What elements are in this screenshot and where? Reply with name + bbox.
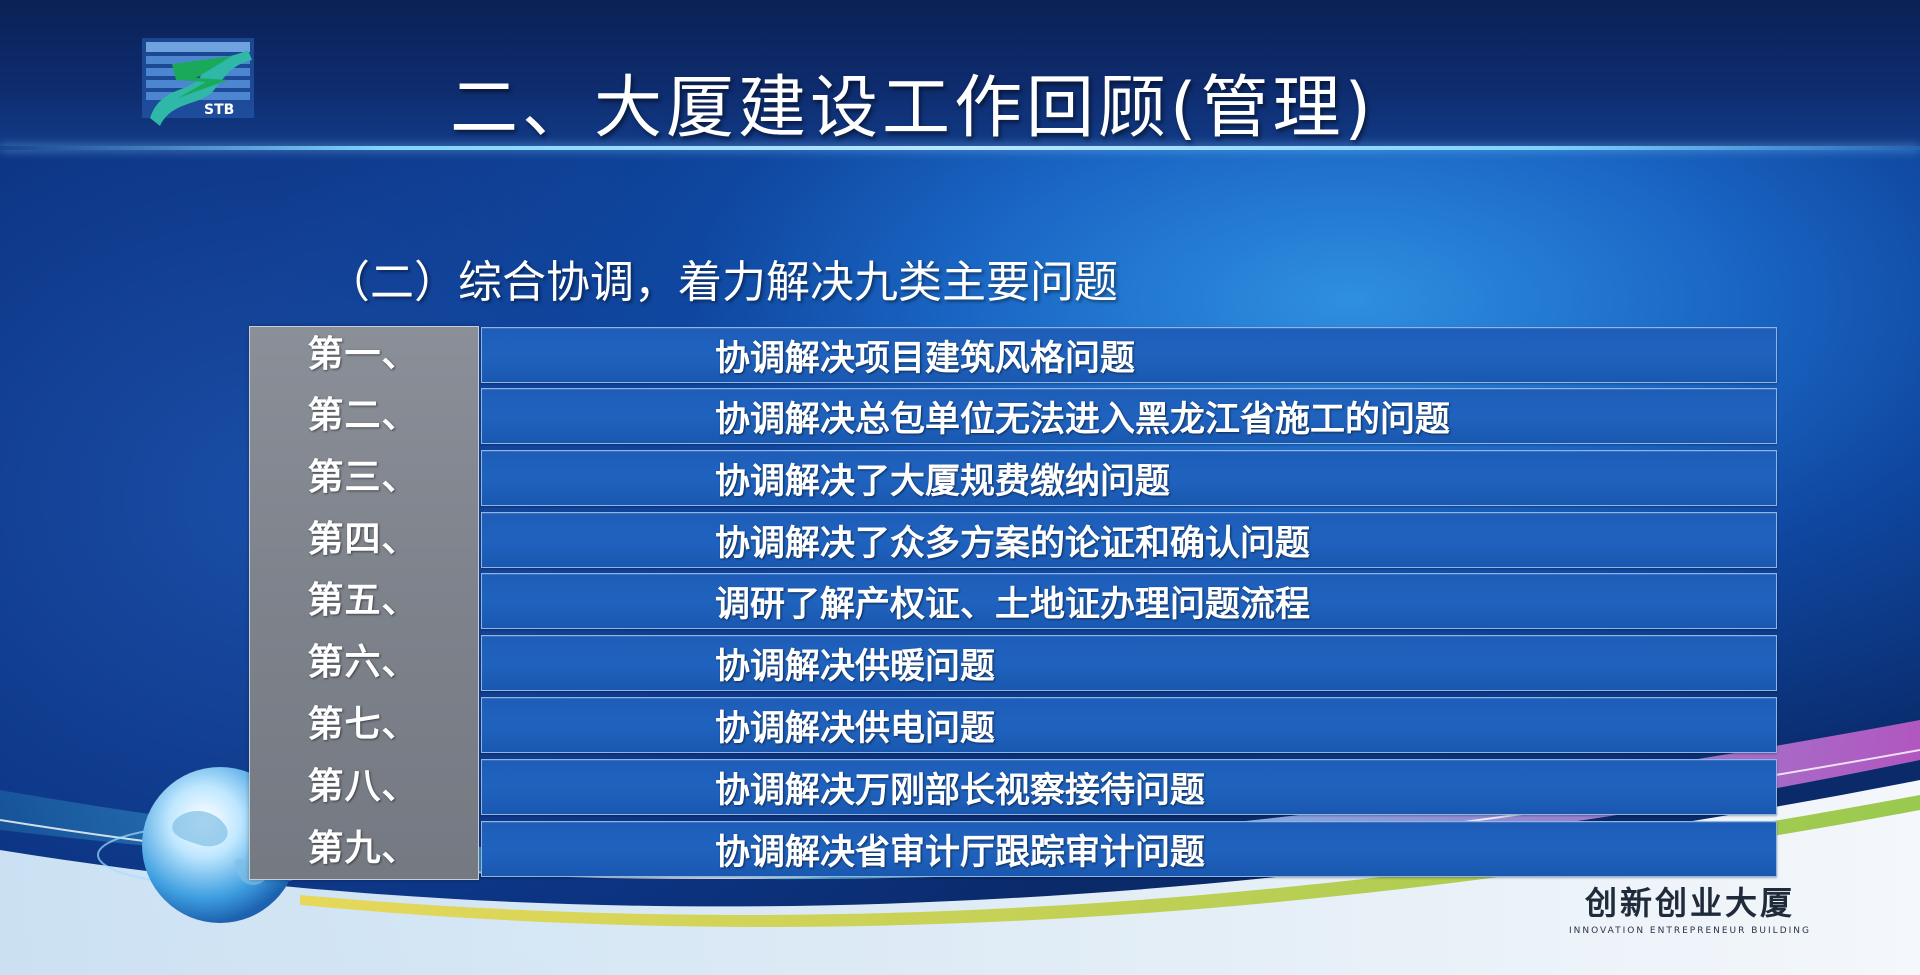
- item-text-box: [481, 635, 1777, 691]
- list-item: 第六、 协调解决供暖问题: [249, 635, 1779, 691]
- slide: STB 二、大厦建设工作回顾(管理) （二）综合协调，着力解决九类主要问题 第一…: [0, 0, 1920, 975]
- brand-name-cn: 创新创业大厦: [1584, 884, 1795, 922]
- item-number: 第一、: [307, 334, 419, 375]
- item-text: 调研了解产权证、土地证办理问题流程: [715, 585, 1311, 625]
- logo-text: STB: [204, 102, 234, 118]
- list-item: 第二、 协调解决总包单位无法进入黑龙江省施工的问题: [249, 388, 1779, 444]
- item-number: 第二、: [307, 395, 419, 436]
- list-item: 第五、 调研了解产权证、土地证办理问题流程: [249, 573, 1779, 629]
- list-item: 第九、 协调解决省审计厅跟踪审计问题: [249, 821, 1779, 877]
- item-text-box: [481, 697, 1777, 753]
- item-number: 第七、: [307, 704, 419, 745]
- brand-mark: 创新创业大厦 INNOVATION ENTREPRENEUR BUILDING: [1540, 878, 1840, 936]
- section-subtitle: （二）综合协调，着力解决九类主要问题: [326, 257, 1118, 308]
- page-title: 二、大厦建设工作回顾(管理): [450, 69, 1376, 148]
- item-text: 协调解决总包单位无法进入黑龙江省施工的问题: [715, 400, 1451, 440]
- list-item: 第八、 协调解决万刚部长视察接待问题: [249, 759, 1779, 815]
- item-number: 第六、: [307, 642, 419, 683]
- item-text: 协调解决供电问题: [715, 709, 996, 749]
- item-text: 协调解决了大厦规费缴纳问题: [715, 462, 1171, 502]
- item-number: 第四、: [307, 519, 419, 560]
- list-item: 第三、 协调解决了大厦规费缴纳问题: [249, 450, 1779, 506]
- stb-logo: STB: [142, 38, 254, 126]
- item-text: 协调解决供暖问题: [715, 647, 996, 687]
- list-item: 第四、 协调解决了众多方案的论证和确认问题: [249, 512, 1779, 568]
- brand-name-en: INNOVATION ENTREPRENEUR BUILDING: [1569, 926, 1811, 936]
- item-number: 第九、: [307, 828, 419, 869]
- list-item: 第七、 协调解决供电问题: [249, 697, 1779, 753]
- item-text: 协调解决了众多方案的论证和确认问题: [715, 524, 1311, 564]
- list-item: 第一、 协调解决项目建筑风格问题: [249, 327, 1779, 383]
- item-number: 第三、: [307, 457, 419, 498]
- item-text: 协调解决项目建筑风格问题: [715, 339, 1136, 379]
- item-text: 协调解决省审计厅跟踪审计问题: [715, 833, 1206, 873]
- item-number: 第五、: [307, 580, 419, 621]
- item-number: 第八、: [307, 766, 419, 807]
- item-text: 协调解决万刚部长视察接待问题: [715, 771, 1206, 811]
